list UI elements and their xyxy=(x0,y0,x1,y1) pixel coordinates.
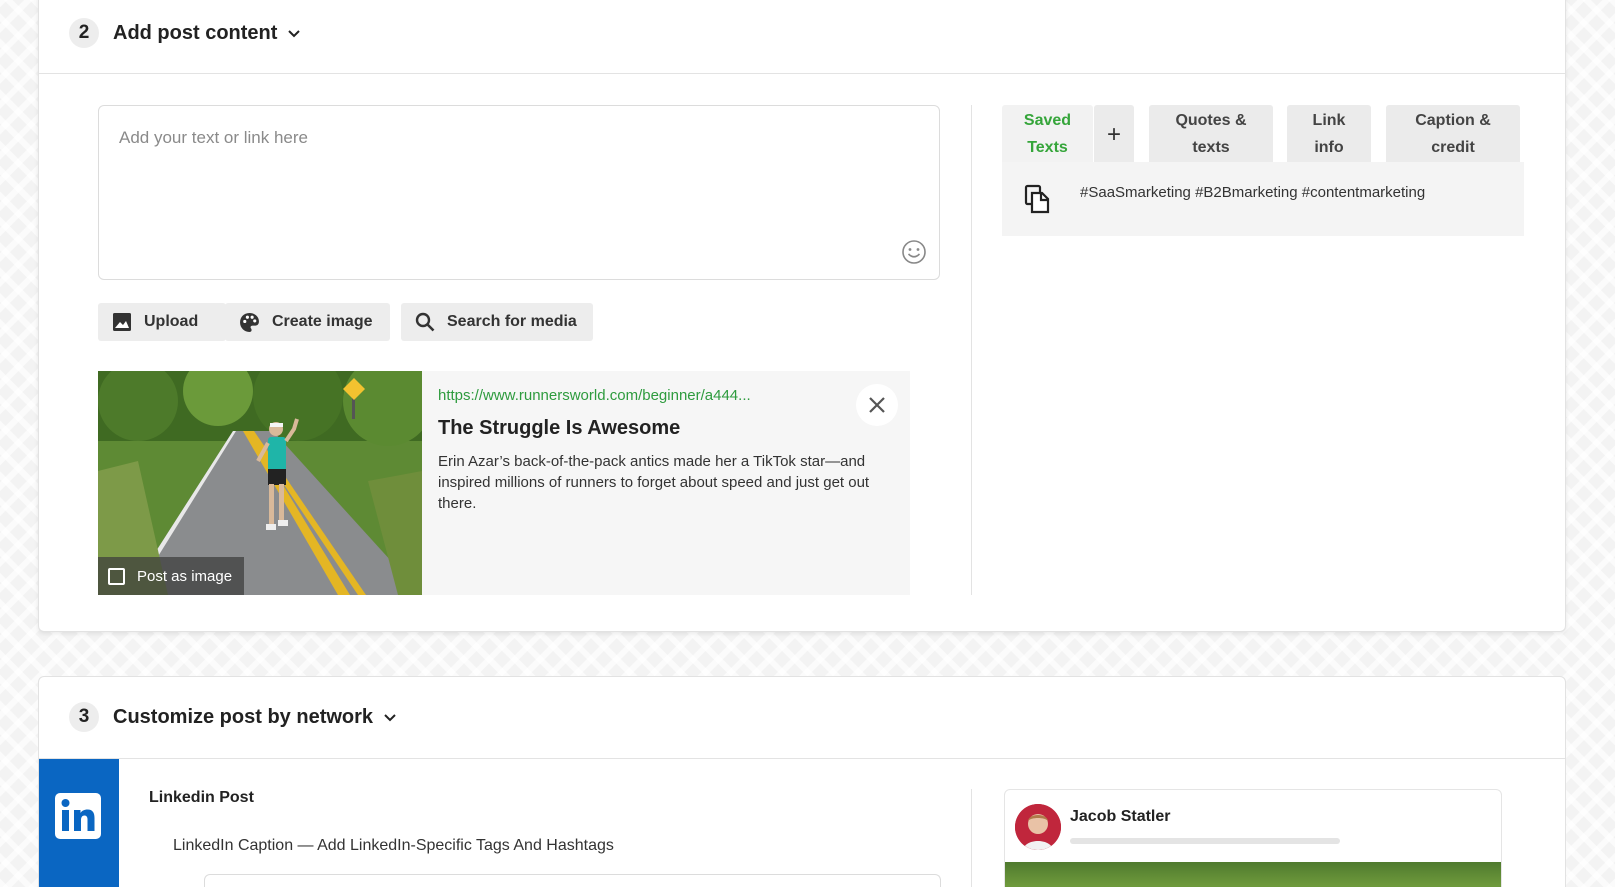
linkedin-caption-label: LinkedIn Caption — Add LinkedIn-Specific… xyxy=(173,837,614,854)
link-preview-card: Post as image https://www.runnersworld.c… xyxy=(98,371,910,595)
plus-icon: + xyxy=(1106,120,1121,148)
avatar xyxy=(1015,804,1061,850)
emoji-icon[interactable] xyxy=(901,239,927,265)
close-icon xyxy=(869,397,885,413)
post-text-field[interactable] xyxy=(98,105,940,280)
link-preview-description: Erin Azar’s back-of-the-pack antics made… xyxy=(438,453,870,512)
linkedin-user-name: Jacob Statler xyxy=(1070,808,1171,825)
tab-quotes-texts[interactable]: Quotes & texts xyxy=(1149,105,1273,163)
section-title: Add post content xyxy=(113,21,278,44)
linkedin-preview-image xyxy=(1005,862,1501,887)
tab-link-info-label: Link info xyxy=(1312,112,1346,156)
post-text-input[interactable] xyxy=(99,106,939,279)
linkedin-post-title: Linkedin Post xyxy=(149,789,254,806)
chevron-down-icon[interactable] xyxy=(287,26,301,40)
tab-saved-texts[interactable]: Saved Texts xyxy=(1002,105,1093,163)
tab-caption-credit[interactable]: Caption & credit xyxy=(1386,105,1520,163)
link-preview-url[interactable]: https://www.runnersworld.com/beginner/a4… xyxy=(438,387,751,404)
upload-button[interactable]: Upload xyxy=(98,303,226,341)
image-icon xyxy=(113,313,131,331)
tab-saved-texts-label: Saved Texts xyxy=(1023,112,1072,156)
post-as-image-checkbox[interactable] xyxy=(108,567,125,585)
column-divider xyxy=(971,789,972,887)
linkedin-icon xyxy=(55,793,101,839)
section-header-customize[interactable]: 3 Customize post by network xyxy=(69,697,397,737)
tab-link-info[interactable]: Link info xyxy=(1287,105,1371,163)
tab-quotes-label: Quotes & texts xyxy=(1175,112,1247,156)
step-number: 3 xyxy=(69,702,99,732)
customize-network-card: 3 Customize post by network Linkedin Pos… xyxy=(38,676,1566,887)
section-title: Customize post by network xyxy=(113,705,374,728)
linkedin-caption-input[interactable] xyxy=(204,874,941,887)
linkedin-network-band xyxy=(39,759,119,887)
header-divider xyxy=(39,73,1565,74)
saved-texts-list: #SaaSmarketing #B2Bmarketing #contentmar… xyxy=(1002,162,1524,236)
tab-caption-label: Caption & credit xyxy=(1415,112,1491,156)
copy-icon[interactable] xyxy=(1024,184,1050,214)
section-header-add-content[interactable]: 2 Add post content xyxy=(69,13,301,53)
search-icon xyxy=(415,312,435,332)
remove-preview-button[interactable] xyxy=(856,384,898,426)
linkedin-post-preview: Jacob Statler xyxy=(1004,789,1502,887)
add-saved-text-button[interactable]: + xyxy=(1094,105,1134,163)
step-number: 2 xyxy=(69,18,99,48)
avatar-photo xyxy=(1015,804,1061,850)
column-divider xyxy=(971,105,972,595)
placeholder-bar xyxy=(1070,838,1340,844)
search-media-label: Search for media xyxy=(447,313,577,330)
create-image-label: Create image xyxy=(272,313,373,330)
link-preview-title: The Struggle Is Awesome xyxy=(438,417,681,439)
chevron-down-icon[interactable] xyxy=(383,710,397,724)
post-as-image-toggle[interactable]: Post as image xyxy=(98,557,244,595)
post-as-image-label: Post as image xyxy=(137,567,233,585)
saved-text-item[interactable]: #SaaSmarketing #B2Bmarketing #contentmar… xyxy=(1080,184,1425,201)
header-divider xyxy=(39,758,1565,759)
palette-icon xyxy=(240,312,259,332)
add-post-content-card: 2 Add post content Upload Create ima xyxy=(38,0,1566,632)
link-preview-image: Post as image xyxy=(98,371,422,595)
create-image-button[interactable]: Create image xyxy=(225,303,390,341)
search-media-button[interactable]: Search for media xyxy=(401,303,593,341)
upload-label: Upload xyxy=(144,313,199,330)
